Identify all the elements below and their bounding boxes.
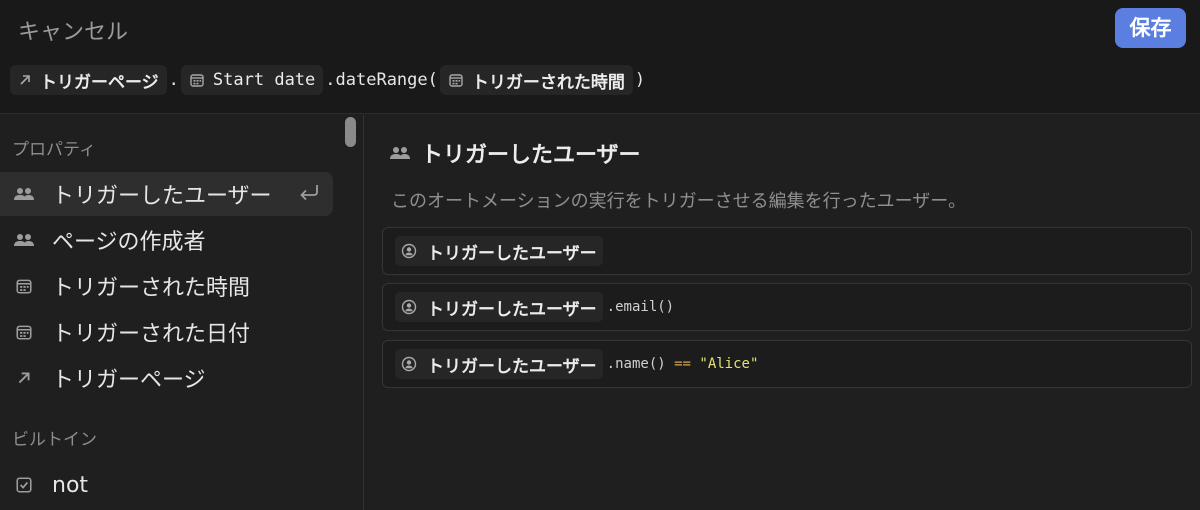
example-method: .email() — [606, 299, 675, 315]
example-method: .name() — [606, 356, 675, 372]
calendar-icon — [189, 72, 205, 88]
formula-chip-label: トリガーされた時間 — [471, 72, 625, 93]
user-circle-icon — [401, 356, 417, 372]
sidebar-scrollbar[interactable] — [345, 117, 356, 147]
example-chip-label: トリガーしたユーザー — [427, 356, 597, 377]
people-icon — [389, 145, 411, 161]
detail-title: トリガーしたユーザー — [389, 137, 641, 169]
enter-key-icon — [297, 182, 321, 202]
formula-editor[interactable]: トリガーページ . Start date .dateRange( トリガーされた… — [10, 64, 647, 96]
example-chip-label: トリガーしたユーザー — [427, 243, 597, 264]
example-chip: トリガーしたユーザー — [395, 236, 603, 266]
sidebar-item-label: トリガーページ — [52, 368, 206, 393]
calendar-icon — [12, 320, 36, 344]
sidebar-item-page-creator[interactable]: ページの作成者 — [0, 218, 333, 262]
arrow-up-right-icon — [18, 73, 32, 87]
example-chip: トリガーしたユーザー — [395, 349, 603, 379]
calendar-icon — [448, 72, 464, 88]
user-circle-icon — [401, 299, 417, 315]
example-operator: == — [674, 356, 691, 372]
formula-chip-start-date[interactable]: Start date — [180, 65, 324, 95]
example-item[interactable]: トリガーしたユーザー .email() — [382, 283, 1192, 331]
sidebar-item-trigger-page[interactable]: トリガーページ — [0, 356, 333, 400]
example-chip-label: トリガーしたユーザー — [427, 299, 597, 320]
example-string: "Alice" — [690, 356, 759, 372]
sidebar-item-triggered-time[interactable]: トリガーされた時間 — [0, 264, 333, 308]
formula-chip-page[interactable]: トリガーページ — [10, 65, 167, 95]
properties-section-label: プロパティ — [12, 140, 96, 160]
example-item[interactable]: トリガーしたユーザー — [382, 227, 1192, 275]
formula-dot: . — [168, 70, 179, 90]
calendar-icon — [12, 274, 36, 298]
sidebar-item-not[interactable]: not — [0, 463, 333, 507]
sidebar-item-label: ページの作成者 — [52, 230, 206, 255]
formula-chip-label: Start date — [212, 70, 316, 90]
formula-header: キャンセル 保存 トリガーページ . Start date .dateRange… — [0, 0, 1200, 114]
sidebar-item-label: トリガーされた日付 — [52, 322, 251, 347]
arrow-up-right-icon — [12, 366, 36, 390]
detail-title-text: トリガーしたユーザー — [421, 143, 641, 168]
save-button[interactable]: 保存 — [1115, 8, 1186, 48]
user-circle-icon — [401, 243, 417, 259]
formula-chip-label: トリガーページ — [40, 72, 159, 93]
sidebar-item-label: トリガーされた時間 — [52, 276, 251, 301]
example-item[interactable]: トリガーしたユーザー .name() == "Alice" — [382, 340, 1192, 388]
sidebar-item-triggered-date[interactable]: トリガーされた日付 — [0, 310, 333, 354]
formula-close-paren: ) — [634, 70, 646, 90]
sidebar-item-label: not — [52, 472, 89, 498]
sidebar-item-label: トリガーしたユーザー — [52, 184, 272, 209]
detail-description: このオートメーションの実行をトリガーさせる編集を行ったユーザー。 — [391, 191, 967, 212]
cancel-button[interactable]: キャンセル — [18, 14, 128, 46]
people-icon — [12, 182, 36, 206]
example-chip: トリガーしたユーザー — [395, 292, 603, 322]
formula-chip-triggered-time[interactable]: トリガーされた時間 — [439, 65, 633, 95]
checkbox-icon — [12, 473, 36, 497]
sidebar-item-triggered-user[interactable]: トリガーしたユーザー — [0, 172, 333, 216]
detail-panel: トリガーしたユーザー このオートメーションの実行をトリガーさせる編集を行ったユー… — [365, 115, 1200, 510]
builtins-section-label: ビルトイン — [12, 430, 97, 450]
formula-method: .dateRange( — [325, 70, 438, 90]
people-icon — [12, 228, 36, 252]
